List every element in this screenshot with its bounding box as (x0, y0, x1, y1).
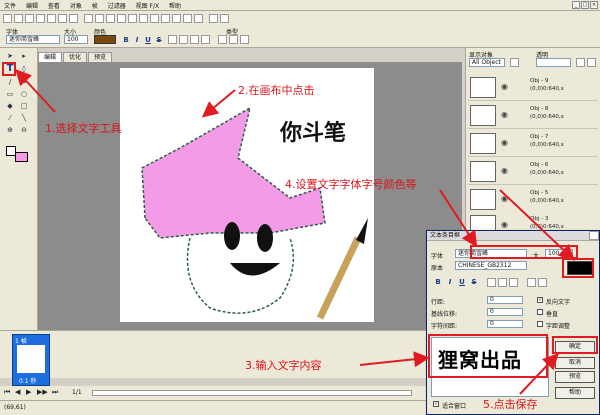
arrow-2 (201, 89, 236, 118)
arrow-4a (439, 189, 478, 248)
arrow-3 (359, 351, 430, 368)
annotation-arrows (15, 69, 575, 395)
annotation-step-4: 4.设置文字字体字号颜色等 (285, 178, 417, 191)
annotation-step-5: 5.点击保存 (483, 398, 538, 411)
arrow-5 (519, 353, 559, 395)
annotation-step-2: 2.在画布中点击 (238, 84, 315, 97)
annotation-step-3: 3.输入文字内容 (245, 359, 322, 372)
annotation-step-1: 1.选择文字工具 (45, 122, 122, 135)
arrow-4b (499, 189, 575, 261)
arrow-1 (15, 69, 56, 113)
